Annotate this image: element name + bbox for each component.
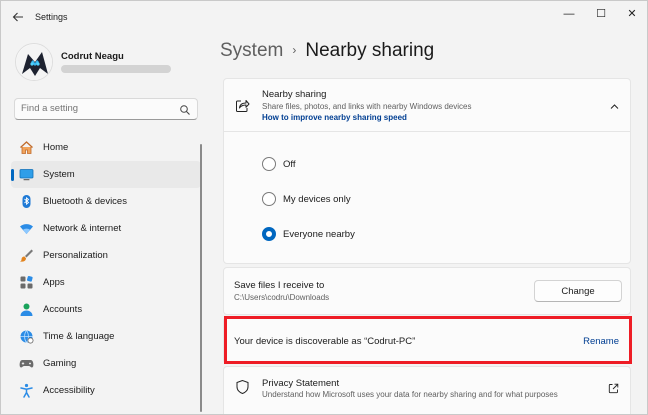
home-icon [19, 140, 34, 155]
settings-window: Settings — ☐ ✕ Codrut Neagu Home [0, 0, 648, 415]
sidebar-item-label: Home [43, 142, 69, 153]
privacy-description: Understand how Microsoft uses your data … [262, 390, 558, 399]
sidebar-item-label: Accounts [43, 304, 83, 315]
radio-label: My devices only [283, 194, 351, 205]
chevron-up-icon[interactable] [609, 99, 620, 110]
sidebar-item-label: Personalization [43, 250, 108, 261]
sidebar-item-home[interactable]: Home [11, 134, 201, 161]
minimize-button[interactable]: — [554, 5, 584, 23]
change-button[interactable]: Change [534, 280, 622, 302]
sidebar-item-label: Apps [43, 277, 65, 288]
bluetooth-icon [19, 194, 34, 209]
user-email-redacted [61, 65, 171, 73]
save-location-card: Save files I receive to C:\Users\codru\D… [223, 267, 631, 315]
user-name: Codrut Neagu [61, 51, 124, 62]
breadcrumb: System › Nearby sharing [220, 40, 434, 62]
page-title: Nearby sharing [305, 40, 435, 61]
sidebar-item-label: Accessibility [43, 385, 95, 396]
sidebar-nav: Home System Bluetooth & devices Network … [11, 134, 201, 404]
sidebar-item-label: Network & internet [43, 223, 122, 234]
improve-speed-link[interactable]: How to improve nearby sharing speed [262, 113, 407, 122]
close-button[interactable]: ✕ [617, 5, 647, 23]
sidebar-item-apps[interactable]: Apps [11, 269, 201, 296]
save-location-path: C:\Users\codru\Downloads [234, 293, 330, 302]
nearby-sharing-description: Share files, photos, and links with near… [262, 102, 472, 111]
maximize-button[interactable]: ☐ [586, 5, 616, 23]
apps-icon [19, 275, 34, 290]
sidebar-item-label: System [43, 169, 75, 180]
sidebar-scrollbar[interactable] [200, 144, 202, 412]
sidebar-item-bluetooth[interactable]: Bluetooth & devices [11, 188, 201, 215]
privacy-title: Privacy Statement [262, 378, 340, 389]
external-link-icon[interactable] [608, 381, 619, 394]
search-icon[interactable] [179, 103, 191, 115]
share-icon [235, 98, 250, 113]
nearby-sharing-title: Nearby sharing [262, 89, 327, 100]
title-bar: Settings — ☐ ✕ [1, 1, 647, 33]
sidebar-item-accessibility[interactable]: Accessibility [11, 377, 201, 404]
save-location-title: Save files I receive to [234, 280, 325, 291]
nearby-sharing-card: Nearby sharing Share files, photos, and … [223, 78, 631, 264]
wifi-icon [19, 221, 34, 236]
back-arrow-icon[interactable] [9, 8, 27, 26]
sidebar-item-personalization[interactable]: Personalization [11, 242, 201, 269]
breadcrumb-separator: › [292, 43, 297, 57]
system-icon [19, 167, 34, 182]
accessibility-icon [19, 383, 34, 398]
gamepad-icon [19, 356, 34, 371]
radio-button-off[interactable] [262, 157, 276, 171]
radio-label: Everyone nearby [283, 229, 355, 240]
highlight-box [224, 316, 632, 364]
sidebar-item-time-language[interactable]: Time & language [11, 323, 201, 350]
privacy-statement-card[interactable]: Privacy Statement Understand how Microso… [223, 366, 631, 414]
radio-button-everyone[interactable] [262, 227, 276, 241]
sidebar-item-system[interactable]: System [11, 161, 201, 188]
shield-icon [235, 379, 250, 395]
globe-icon [19, 329, 34, 344]
app-title: Settings [35, 12, 68, 22]
radio-button-my-devices[interactable] [262, 192, 276, 206]
sidebar-item-gaming[interactable]: Gaming [11, 350, 201, 377]
sidebar-item-network[interactable]: Network & internet [11, 215, 201, 242]
search-input[interactable] [21, 103, 171, 114]
sidebar-item-label: Time & language [43, 331, 115, 342]
avatar[interactable] [15, 43, 53, 81]
sidebar-item-label: Bluetooth & devices [43, 196, 127, 207]
radio-label: Off [283, 159, 296, 170]
sidebar-item-accounts[interactable]: Accounts [11, 296, 201, 323]
search-box[interactable] [14, 98, 198, 120]
nearby-sharing-header[interactable]: Nearby sharing Share files, photos, and … [224, 79, 630, 132]
breadcrumb-parent[interactable]: System [220, 40, 283, 61]
brush-icon [19, 248, 34, 263]
sidebar-item-label: Gaming [43, 358, 77, 369]
account-icon [19, 302, 34, 317]
